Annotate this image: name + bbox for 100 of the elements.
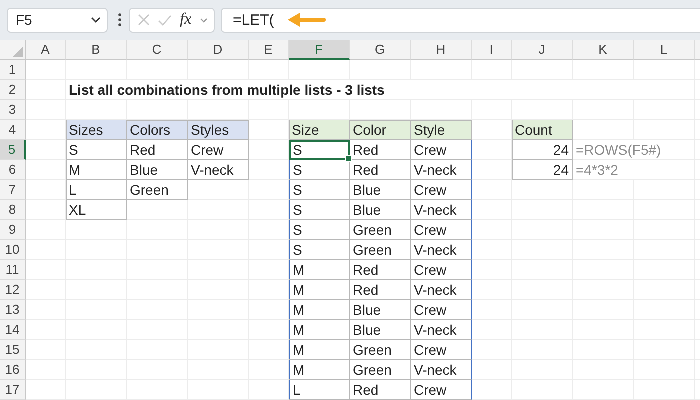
empty-cell[interactable] [249,360,289,380]
table-header-cell[interactable]: Color [350,120,411,140]
row-header[interactable]: 10 [0,240,26,260]
table-cell[interactable]: Green [350,240,411,260]
table-header-cell[interactable]: Size [289,120,350,140]
row-header[interactable]: 16 [0,360,26,380]
table-cell[interactable]: M [289,300,350,320]
table-cell[interactable]: Blue [127,160,188,180]
table-cell[interactable]: V-neck [411,280,472,300]
table-cell[interactable]: M [289,340,350,360]
row-header[interactable]: 2 [0,80,26,100]
column-header[interactable]: K [573,40,634,60]
empty-cell[interactable] [472,240,512,260]
table-cell[interactable]: M [289,280,350,300]
table-cell[interactable]: Red [350,140,411,160]
empty-cell[interactable] [472,60,512,80]
empty-cell[interactable] [66,220,127,240]
table-cell[interactable]: Crew [411,140,472,160]
table-cell[interactable]: M [289,260,350,280]
table-cell[interactable]: Red [350,260,411,280]
row-header[interactable]: 13 [0,300,26,320]
table-cell[interactable]: XL [66,200,127,220]
column-header[interactable]: E [249,40,289,60]
row-header[interactable]: 12 [0,280,26,300]
caret-icon[interactable] [200,18,208,22]
table-header-cell[interactable]: Style [411,120,472,140]
empty-cell[interactable] [472,300,512,320]
empty-cell[interactable] [249,160,289,180]
empty-cell[interactable] [472,180,512,200]
empty-cell[interactable] [512,60,573,80]
fill-handle[interactable] [345,155,352,162]
table-cell[interactable]: Blue [350,300,411,320]
table-cell[interactable]: Crew [188,140,249,160]
row-header[interactable]: 11 [0,260,26,280]
table-cell[interactable]: Crew [411,180,472,200]
insert-function-button[interactable]: fx [180,11,192,29]
table-header-cell[interactable]: Count [512,120,573,140]
row-header[interactable]: 5 [0,140,26,160]
empty-cell[interactable] [472,340,512,360]
table-cell[interactable]: S [289,200,350,220]
formula-field[interactable]: =LET( [221,8,700,32]
column-header[interactable]: C [127,40,188,60]
column-header[interactable]: J [512,40,573,60]
empty-cell[interactable] [472,280,512,300]
table-cell[interactable]: S [66,140,127,160]
table-cell[interactable]: V-neck [411,240,472,260]
table-cell[interactable]: Red [350,160,411,180]
empty-cell[interactable] [249,340,289,360]
table-cell[interactable]: Blue [350,320,411,340]
table-cell[interactable]: S [289,220,350,240]
empty-cell[interactable] [573,60,634,80]
empty-cell[interactable] [249,180,289,200]
empty-cell[interactable] [472,140,512,160]
empty-cell[interactable] [188,200,249,220]
row-header[interactable]: 8 [0,200,26,220]
table-cell[interactable]: Red [350,380,411,400]
empty-cell[interactable] [472,360,512,380]
empty-cell[interactable] [512,180,573,200]
table-cell[interactable]: Crew [411,260,472,280]
empty-cell[interactable] [249,240,289,260]
table-cell[interactable]: Green [350,340,411,360]
table-cell[interactable]: S [289,140,350,160]
column-header[interactable]: A [26,40,66,60]
table-cell[interactable]: Red [127,140,188,160]
column-header[interactable]: B [66,40,127,60]
empty-cell[interactable] [127,60,188,80]
select-all-icon[interactable] [13,47,23,57]
table-cell[interactable]: Blue [350,180,411,200]
table-cell[interactable]: S [289,180,350,200]
table-cell[interactable]: 24 [512,160,573,180]
table-header-cell[interactable]: Colors [127,120,188,140]
column-header[interactable]: H [411,40,472,60]
empty-cell[interactable] [573,180,634,200]
cancel-icon[interactable] [138,14,150,26]
empty-cell[interactable] [127,200,188,220]
row-header[interactable]: 4 [0,120,26,140]
empty-cell[interactable] [249,380,289,400]
empty-cell[interactable] [249,260,289,280]
empty-cell[interactable] [249,220,289,240]
empty-cell[interactable] [249,140,289,160]
more-options-icon[interactable] [118,13,122,27]
empty-cell[interactable] [472,200,512,220]
check-icon[interactable] [158,14,172,26]
table-cell[interactable]: Green [127,180,188,200]
empty-cell[interactable] [472,260,512,280]
table-cell[interactable]: L [289,380,350,400]
empty-cell[interactable] [472,220,512,240]
empty-cell[interactable] [472,380,512,400]
row-header[interactable]: 14 [0,320,26,340]
table-cell[interactable]: Crew [411,220,472,240]
column-header[interactable]: L [634,40,695,60]
empty-cell[interactable] [472,100,512,120]
empty-cell[interactable] [573,100,634,120]
table-cell[interactable]: M [66,160,127,180]
table-cell[interactable]: Green [350,360,411,380]
table-cell[interactable]: V-neck [188,160,249,180]
row-header[interactable]: 9 [0,220,26,240]
empty-cell[interactable] [127,220,188,240]
empty-cell[interactable] [472,320,512,340]
dropdown-caret-icon[interactable] [91,17,101,23]
